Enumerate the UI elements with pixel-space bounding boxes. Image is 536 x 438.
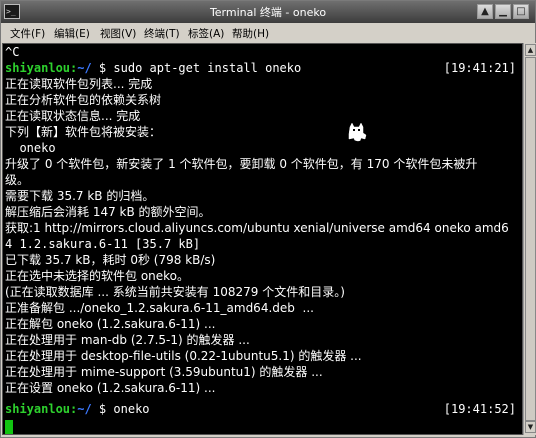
minimize-button[interactable]: ▁ [495,4,511,19]
terminal-line: 级。 [5,173,30,187]
window-title: Terminal 终端 - oneko [209,6,327,19]
terminal-cursor [5,420,13,434]
terminal-line: 下列【新】软件包将被安装： [5,125,162,139]
shade-button[interactable]: ▲ [477,4,493,19]
scrollbar-thumb[interactable] [525,57,536,421]
timestamp: [19:41:52] [443,402,516,416]
title-bar[interactable]: >_ Terminal 终端 - oneko ▲ ▁ □ ✕ [1,1,535,23]
terminal-line: 已下载 35.7 kB，耗时 0秒 (798 kB/s) [5,253,216,267]
prompt-user: shiyanlou: [5,402,78,416]
prompt-path: ~/ [77,61,92,75]
menu-bar: 文件(F) 编辑(E) 视图(V) 终端(T) 标签(A) 帮助(H) [2,23,534,43]
terminal-window: >_ Terminal 终端 - oneko ▲ ▁ □ ✕ 文件(F) 编辑(… [0,0,536,438]
terminal-line: 正在分析软件包的依赖关系树 [5,93,162,107]
menu-file[interactable]: 文件(F) [10,26,45,41]
terminal-line: 需要下载 35.7 kB 的归档。 [5,189,155,203]
menu-edit[interactable]: 编辑(E) [54,26,90,41]
menu-terminal[interactable]: 终端(T) [144,26,180,41]
terminal-line: 获取:1 http://mirrors.cloud.aliyuncs.com/u… [5,221,509,235]
scroll-up-arrow-icon[interactable]: ▲ [525,44,536,56]
terminal-line: 正在读取软件包列表... 完成 [5,77,153,91]
terminal-line: (正在读取数据库 ... 系统当前共安装有 108279 个文件和目录。) [5,285,345,299]
command-text: oneko [113,402,150,416]
menu-help[interactable]: 帮助(H) [232,26,269,41]
prompt-symbol: $ [91,61,114,75]
prompt-user: shiyanlou: [5,61,78,75]
terminal-line: 正准备解包 .../oneko_1.2.sakura.6-11_amd64.de… [5,301,314,315]
terminal-line: 正在选中未选择的软件包 oneko。 [5,269,190,283]
terminal-line: 正在读取状态信息... 完成 [5,109,141,123]
menu-tabs[interactable]: 标签(A) [188,26,224,41]
prompt-path: ~/ [77,402,92,416]
terminal-line: 升级了 0 个软件包，新安装了 1 个软件包，要卸载 0 个软件包，有 170 … [5,157,478,171]
command-text: sudo apt-get install oneko [113,61,302,75]
terminal-line: 正在处理用于 desktop-file-utils (0.22-1ubuntu5… [5,349,362,363]
terminal-output[interactable]: ^C shiyanlou:~/ $ sudo apt-get install o… [2,43,523,435]
vertical-scrollbar[interactable]: ▲ ▼ [523,43,536,435]
terminal-line: 正在设置 oneko (1.2.sakura.6-11) ... [5,381,216,395]
terminal-line: 正在处理用于 mime-support (3.59ubuntu1) 的触发器 .… [5,365,323,379]
oneko-cat-icon[interactable] [346,121,368,143]
terminal-line: 解压缩后会消耗 147 kB 的额外空间。 [5,205,211,219]
terminal-line: ^C [5,45,20,59]
terminal-line: 正在解包 oneko (1.2.sakura.6-11) ... [5,317,216,331]
prompt-line: shiyanlou:~/ $ sudo apt-get install onek… [5,60,301,76]
scroll-down-arrow-icon[interactable]: ▼ [525,421,536,433]
timestamp: [19:41:21] [443,61,516,75]
prompt-line: shiyanlou:~/ $ oneko [5,401,150,417]
terminal-line: 正在处理用于 man-db (2.7.5-1) 的触发器 ... [5,333,250,347]
prompt-symbol: $ [91,402,114,416]
terminal-line: oneko [5,141,56,155]
maximize-button[interactable]: □ [513,4,529,19]
terminal-line: 4 1.2.sakura.6-11 [35.7 kB] [5,237,201,251]
menu-view[interactable]: 视图(V) [100,26,136,41]
